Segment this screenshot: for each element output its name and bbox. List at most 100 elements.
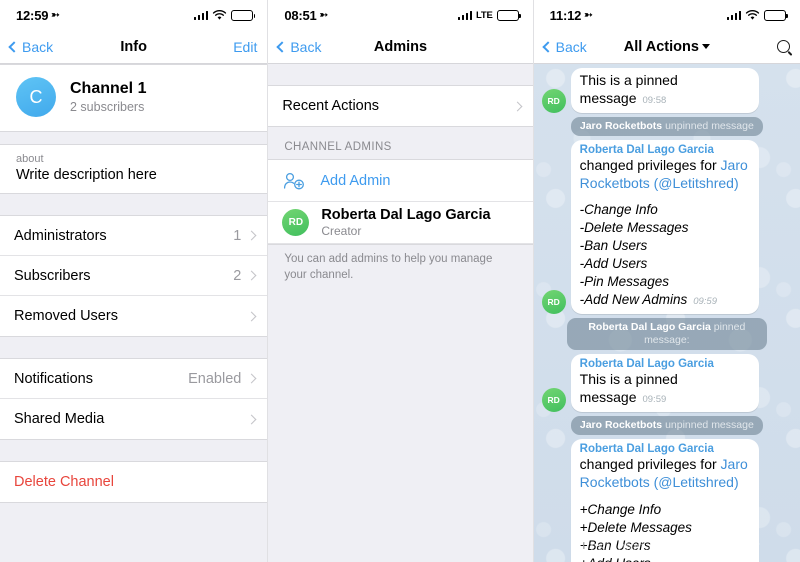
status-bar: 12:59 ➳: [0, 0, 268, 30]
row-label: Removed Users: [14, 308, 118, 324]
channel-subscribers: 2 subscribers: [70, 100, 145, 114]
status-indicators: LTE: [457, 9, 521, 21]
delete-channel-label: Delete Channel: [14, 474, 114, 490]
recent-actions-group: Recent Actions: [268, 85, 533, 127]
about-row[interactable]: about Write description here: [0, 145, 268, 193]
message-bubble[interactable]: Roberta Dal Lago Garcia changed privileg…: [570, 439, 759, 562]
about-label: about: [16, 153, 44, 165]
avatar: C: [16, 77, 56, 117]
three-phone-screenshots: 12:59 ➳ Back Info Edit C Channel 1 2 sub…: [0, 0, 800, 562]
status-time: 08:51: [284, 7, 317, 23]
privilege-item: -Change Info: [579, 202, 658, 218]
service-message: Jaro Rocketbots unpinned message: [570, 117, 763, 136]
row-label: Subscribers: [14, 267, 91, 284]
admin-name: Roberta Dal Lago Garcia: [321, 207, 491, 223]
avatar: RD: [541, 388, 566, 413]
channel-profile-header[interactable]: C Channel 1 2 subscribers: [0, 65, 268, 131]
chevron-right-icon: [246, 270, 257, 281]
avatar: RD: [541, 89, 566, 113]
chevron-left-icon: [8, 40, 20, 53]
message-row: RD Roberta Dal Lago Garcia changed privi…: [542, 439, 792, 562]
service-message-row: Roberta Dal Lago Garcia pinned message:: [542, 318, 792, 351]
edit-button[interactable]: Edit: [233, 39, 257, 55]
message-bubble[interactable]: This is a pinned message 09:58: [570, 68, 759, 113]
status-time: 12:59: [16, 7, 49, 23]
admins-footnote: You can add admins to help you manage yo…: [284, 253, 493, 281]
battery-icon: [764, 9, 788, 21]
chevron-right-icon: [512, 101, 523, 111]
service-actor: Jaro Rocketbots: [579, 119, 663, 132]
phone-screen-channel-info: 12:59 ➳ Back Info Edit C Channel 1 2 sub…: [0, 0, 268, 562]
row-notifications[interactable]: Notifications Enabled: [0, 359, 268, 399]
message-author: Roberta Dal Lago Garcia: [579, 443, 714, 456]
row-recent-actions[interactable]: Recent Actions: [268, 86, 533, 126]
chevron-right-icon: [246, 230, 257, 241]
signal-bars-icon: [457, 10, 473, 20]
service-message-row: Jaro Rocketbots unpinned message: [542, 416, 792, 436]
location-arrow-icon: ➳: [319, 9, 328, 21]
navigation-bar: Back All Actions: [533, 30, 800, 64]
message-row: RD Roberta Dal Lago Garcia This is a pin…: [541, 354, 792, 413]
back-button-label: Back: [555, 38, 587, 55]
admin-list-item[interactable]: RD Roberta Dal Lago Garcia Creator: [268, 202, 533, 244]
chevron-right-icon: [246, 414, 257, 424]
status-indicators: [193, 9, 256, 21]
privilege-item: +Delete Messages: [579, 519, 692, 535]
message-bubble[interactable]: Roberta Dal Lago Garcia changed privileg…: [570, 139, 759, 315]
back-button[interactable]: Back: [8, 38, 54, 55]
page-title-label: All Actions: [623, 38, 699, 55]
avatar: RD: [541, 290, 566, 315]
location-arrow-icon: ➳: [584, 9, 593, 21]
message-author: Roberta Dal Lago Garcia: [579, 143, 714, 156]
row-administrators[interactable]: Administrators 1: [0, 216, 268, 256]
privilege-item: -Delete Messages: [579, 220, 689, 236]
chevron-right-icon: [246, 311, 257, 321]
message-text-prefix: changed privileges for: [579, 156, 721, 173]
message-text: changed privileges for Jaro Rocketbots (…: [580, 157, 751, 193]
danger-group: Delete Channel: [0, 461, 268, 503]
channel-name: Channel 1: [70, 80, 147, 97]
service-message: Roberta Dal Lago Garcia pinned message:: [566, 318, 767, 351]
back-button[interactable]: Back: [542, 38, 587, 55]
chevron-left-icon: [276, 40, 288, 53]
wifi-icon: [745, 9, 760, 20]
search-icon: [777, 40, 790, 53]
back-button[interactable]: Back: [276, 39, 321, 55]
battery-icon: [496, 9, 521, 21]
message-time: 09:59: [693, 296, 717, 308]
signal-bars-icon: [726, 10, 741, 20]
row-removed-users[interactable]: Removed Users: [0, 296, 268, 336]
back-button-label: Back: [22, 38, 54, 55]
row-shared-media[interactable]: Shared Media: [0, 399, 268, 439]
chat-log[interactable]: RD This is a pinned message 09:58 Jaro Ro…: [534, 64, 800, 562]
service-action: unpinned message: [665, 119, 754, 132]
settings-group: Notifications Enabled Shared Media: [0, 358, 268, 440]
signal-bars-icon: [193, 10, 209, 20]
delete-channel-button[interactable]: Delete Channel: [0, 462, 268, 502]
row-label: Administrators: [14, 227, 107, 244]
privilege-item: +Ban Users: [579, 537, 651, 553]
chevron-right-icon: [246, 373, 257, 384]
chevron-left-icon: [542, 40, 554, 53]
message-text-prefix: changed privileges for: [579, 456, 721, 473]
message-author: Roberta Dal Lago Garcia: [579, 358, 714, 371]
privileges-list: -Change Info -Delete Messages -Ban Users…: [580, 201, 751, 309]
about-group: about Write description here: [0, 144, 268, 194]
section-header-channel-admins: CHANNEL ADMINS: [284, 141, 392, 153]
row-subscribers[interactable]: Subscribers 2: [0, 256, 268, 296]
status-time: 11:12: [549, 7, 582, 23]
message-row: RD This is a pinned message 09:58: [541, 68, 792, 113]
service-actor: Roberta Dal Lago Garcia: [588, 320, 711, 333]
wifi-icon: [213, 9, 227, 20]
message-bubble[interactable]: Roberta Dal Lago Garcia This is a pinned…: [570, 354, 759, 413]
add-admin-button[interactable]: Add Admin: [268, 160, 533, 202]
row-value: 1: [233, 227, 242, 244]
admin-text: Roberta Dal Lago Garcia Creator: [321, 207, 490, 238]
service-message: Jaro Rocketbots unpinned message: [570, 416, 763, 436]
battery-icon: [231, 9, 256, 21]
service-actor: Jaro Rocketbots: [579, 418, 663, 431]
search-button[interactable]: [777, 40, 790, 53]
members-group: Administrators 1 Subscribers 2 Removed U…: [0, 215, 268, 337]
privilege-item: +Add Users: [580, 555, 751, 562]
